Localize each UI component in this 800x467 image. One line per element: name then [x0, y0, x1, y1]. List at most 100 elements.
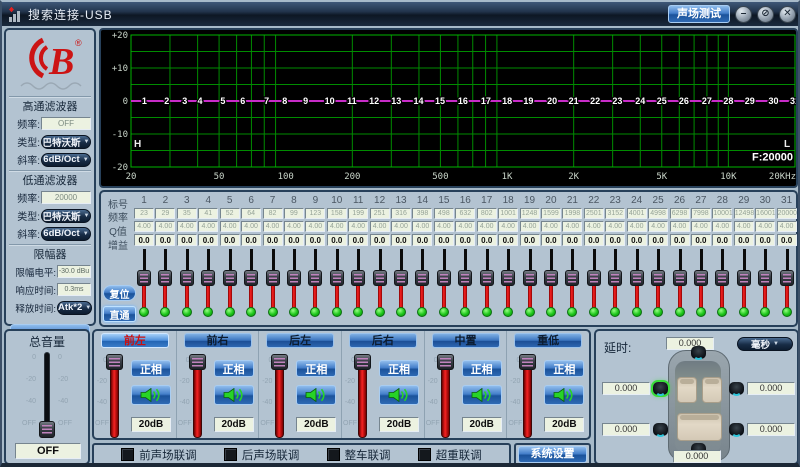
band-gain-slider[interactable]: [734, 249, 754, 311]
band-freq-field[interactable]: 12498: [733, 208, 754, 219]
band-gain-field[interactable]: 0.0: [176, 234, 197, 246]
band-gain-slider[interactable]: [284, 249, 304, 311]
slider-knob[interactable]: [244, 270, 259, 286]
band-gain-slider[interactable]: [391, 249, 411, 311]
band-gain-slider[interactable]: [177, 249, 197, 311]
band-q-field[interactable]: 4.00: [305, 221, 326, 232]
channel-gain-field[interactable]: 20dB: [213, 417, 254, 432]
channel-tab-前左[interactable]: 前左: [100, 333, 169, 348]
band-gain-field[interactable]: 0.0: [219, 234, 240, 246]
slider-knob[interactable]: [158, 270, 173, 286]
band-q-field[interactable]: 4.00: [326, 221, 347, 232]
band-gain-field[interactable]: 0.0: [348, 234, 369, 246]
slider-knob[interactable]: [693, 270, 708, 286]
slider-knob[interactable]: [394, 270, 409, 286]
phase-button[interactable]: 正相: [296, 360, 337, 377]
band-gain-field[interactable]: 0.0: [305, 234, 326, 246]
band-gain-field[interactable]: 0.0: [433, 234, 454, 246]
slider-knob[interactable]: [222, 270, 237, 286]
band-gain-field[interactable]: 0.0: [690, 234, 711, 246]
band-gain-field[interactable]: 0.0: [326, 234, 347, 246]
band-gain-slider[interactable]: [520, 249, 540, 311]
slider-knob[interactable]: [308, 270, 323, 286]
minimize-button[interactable]: –: [735, 5, 752, 23]
band-freq-field[interactable]: 20000: [776, 208, 797, 219]
slider-knob[interactable]: [736, 270, 751, 286]
band-freq-field[interactable]: 1998: [562, 208, 583, 219]
band-gain-slider[interactable]: [648, 249, 668, 311]
band-gain-slider[interactable]: [370, 249, 390, 311]
band-gain-field[interactable]: 0.0: [562, 234, 583, 246]
band-gain-field[interactable]: 0.0: [776, 234, 797, 246]
band-freq-field[interactable]: 23: [134, 208, 154, 219]
slider-knob[interactable]: [372, 270, 387, 286]
lpf-slope-select[interactable]: 6dB/Oct ▼: [41, 226, 91, 241]
speaker-rear-right[interactable]: [729, 423, 744, 437]
band-q-field[interactable]: 4.00: [433, 221, 454, 232]
band-q-field[interactable]: 4.00: [134, 221, 154, 232]
band-gain-slider[interactable]: [584, 249, 604, 311]
band-q-field[interactable]: 4.00: [755, 221, 776, 232]
slider-knob[interactable]: [519, 354, 537, 370]
band-gain-slider[interactable]: [327, 249, 347, 311]
band-gain-slider[interactable]: [305, 249, 325, 311]
checkbox[interactable]: [121, 448, 135, 461]
band-q-field[interactable]: 4.00: [712, 221, 733, 232]
band-q-field[interactable]: 4.00: [776, 221, 797, 232]
band-q-field[interactable]: 4.00: [262, 221, 283, 232]
band-gain-slider[interactable]: [134, 249, 154, 311]
band-freq-field[interactable]: 10001: [712, 208, 733, 219]
band-freq-field[interactable]: 4998: [648, 208, 669, 219]
slider-knob[interactable]: [415, 270, 430, 286]
speaker-rear-left[interactable]: [653, 423, 668, 437]
slider-knob[interactable]: [188, 354, 206, 370]
delay-rear-right-field[interactable]: 0.000: [747, 423, 795, 436]
hpf-slope-select[interactable]: 6dB/Oct ▼: [41, 152, 91, 167]
band-gain-slider[interactable]: [263, 249, 283, 311]
band-gain-field[interactable]: 0.0: [519, 234, 540, 246]
slider-knob[interactable]: [672, 270, 687, 286]
band-q-field[interactable]: 4.00: [155, 221, 176, 232]
band-gain-field[interactable]: 0.0: [540, 234, 561, 246]
delay-front-left-field[interactable]: 0.000: [602, 382, 650, 395]
band-q-field[interactable]: 4.00: [176, 221, 197, 232]
band-freq-field[interactable]: 802: [476, 208, 497, 219]
band-gain-slider[interactable]: [691, 249, 711, 311]
speaker-front-right[interactable]: [729, 382, 744, 396]
channel-gain-field[interactable]: 20dB: [131, 417, 171, 432]
band-gain-slider[interactable]: [670, 249, 690, 311]
band-freq-field[interactable]: 99: [283, 208, 304, 219]
band-q-field[interactable]: 4.00: [540, 221, 561, 232]
channel-volume-slider[interactable]: [519, 354, 537, 438]
sound-test-button[interactable]: 声场测试: [668, 5, 730, 23]
band-gain-slider[interactable]: [562, 249, 582, 311]
band-gain-field[interactable]: 0.0: [134, 234, 154, 246]
band-freq-field[interactable]: 6298: [669, 208, 690, 219]
slider-knob[interactable]: [329, 270, 344, 286]
band-freq-field[interactable]: 632: [455, 208, 476, 219]
mute-button[interactable]: [544, 385, 585, 405]
phase-button[interactable]: 正相: [544, 360, 585, 377]
channel-gain-field[interactable]: 20dB: [461, 417, 502, 432]
slider-knob[interactable]: [586, 270, 601, 286]
band-freq-field[interactable]: 82: [262, 208, 283, 219]
slider-knob[interactable]: [501, 270, 516, 286]
band-q-field[interactable]: 4.00: [198, 221, 219, 232]
mute-button[interactable]: [213, 385, 254, 405]
channel-tab-前右[interactable]: 前右: [183, 333, 252, 348]
band-freq-field[interactable]: 52: [219, 208, 240, 219]
band-gain-field[interactable]: 0.0: [412, 234, 433, 246]
channel-gain-field[interactable]: 20dB: [296, 417, 337, 432]
band-freq-field[interactable]: 1248: [519, 208, 540, 219]
band-freq-field[interactable]: 3152: [605, 208, 626, 219]
band-gain-field[interactable]: 0.0: [583, 234, 604, 246]
mute-button[interactable]: [379, 385, 420, 405]
hpf-freq-input[interactable]: OFF: [41, 117, 91, 130]
slider-knob[interactable]: [436, 270, 451, 286]
band-freq-field[interactable]: 158: [326, 208, 347, 219]
limiter-level-input[interactable]: -30.0 dBu: [57, 265, 91, 278]
band-q-field[interactable]: 4.00: [562, 221, 583, 232]
band-gain-slider[interactable]: [712, 249, 732, 311]
band-gain-slider[interactable]: [220, 249, 240, 311]
channel-tab-后右[interactable]: 后右: [348, 333, 417, 348]
